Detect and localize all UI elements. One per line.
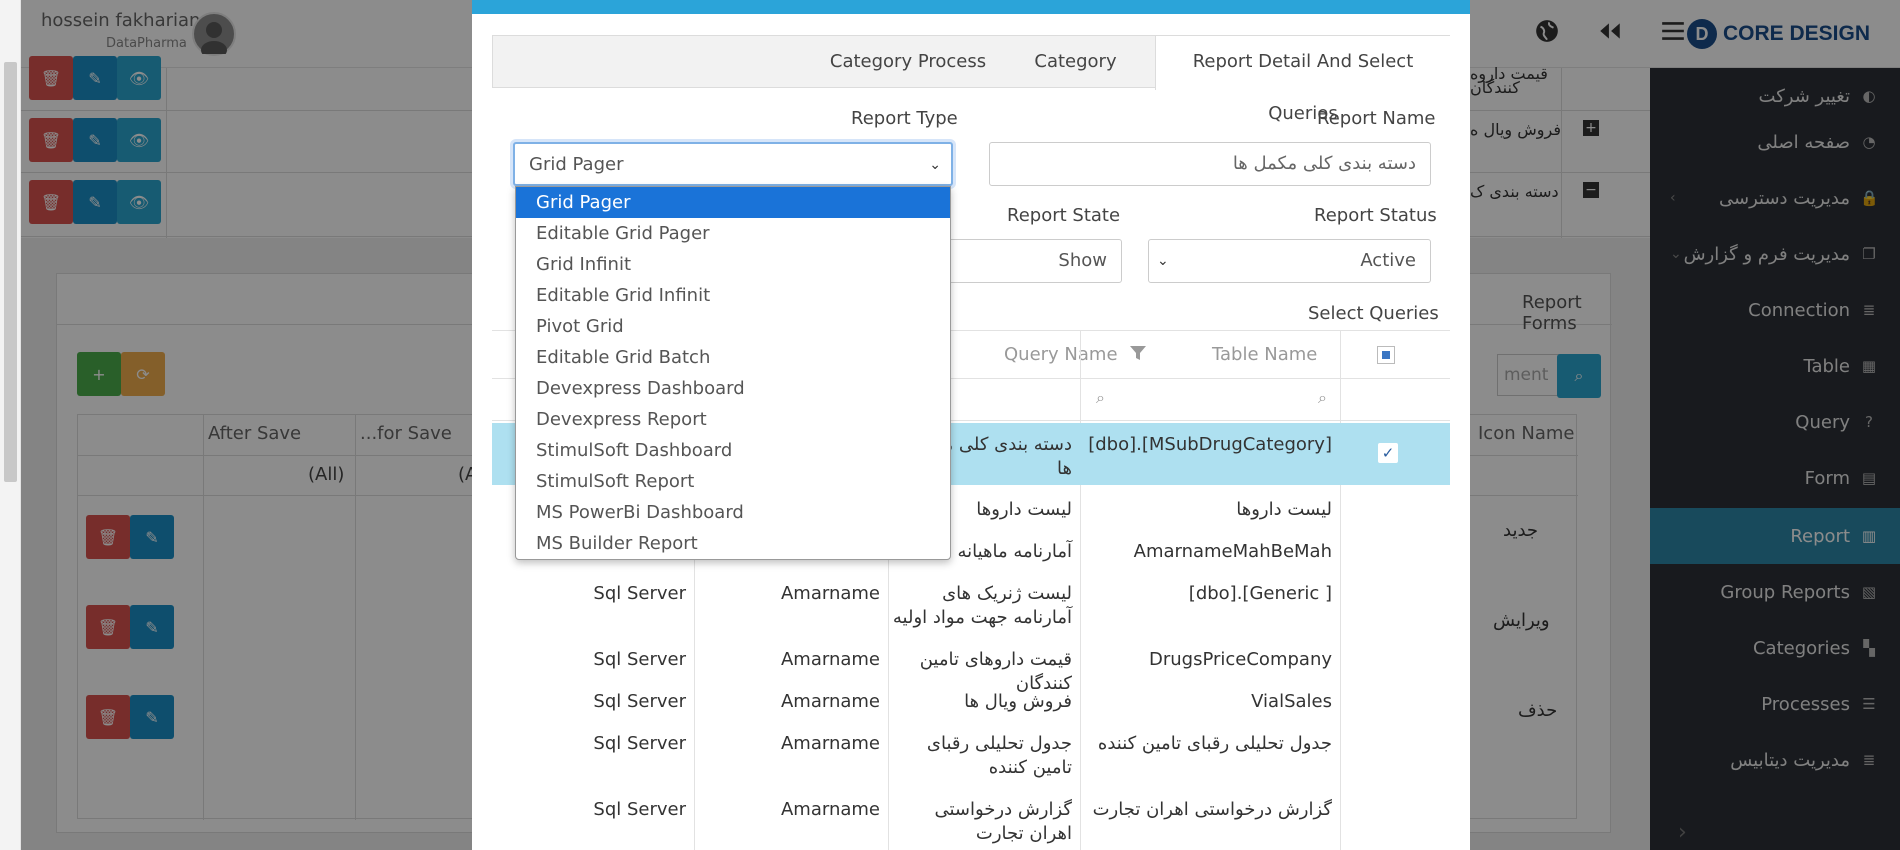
server-cell: Sql Server [593,583,686,604]
connection-cell: Amarname [780,799,880,820]
table-name-cell: DrugsPriceCompany [1148,649,1332,670]
connection-cell: Amarname [780,733,880,754]
table-row[interactable]: DrugsPriceCompany قیمت داروهای تامین کنند… [492,640,1450,694]
dropdown-option[interactable]: Grid Pager [516,187,950,218]
dropdown-option[interactable]: MS PowerBi Dashboard [516,497,950,528]
connection-cell: Amarname [780,649,880,670]
table-name-cell: [dbo].[MSubDrugCategory] [1088,434,1332,455]
connection-cell: Amarname [780,691,880,712]
connection-cell: Amarname [780,583,880,604]
table-name-cell: جدول تحلیلی رقبای تامین کننده [1097,733,1332,754]
tab-category-process[interactable]: Category Process [803,36,1013,89]
report-name-input[interactable]: دسته بندی کلی مکمل ها [989,142,1431,186]
dropdown-option[interactable]: MS Builder Report [516,528,950,559]
search-icon[interactable]: ⌕ [1096,388,1105,408]
select-queries-label: Select Queries [1308,303,1439,324]
table-name-cell: گزارش درخواستی اهران تجارت [1092,799,1332,820]
server-cell: Sql Server [593,649,686,670]
table-name-cell: AmarnameMahBeMah [1133,541,1332,562]
dropdown-option[interactable]: Pivot Grid [516,311,950,342]
table-row[interactable]: گزارش درخواستی اهران تجارت گزارش درخواستی… [492,790,1450,850]
report-name-label: Report Name [1317,108,1436,129]
query-name-cell: جدول تحلیلی رقبای تامین کننده [926,733,1072,778]
query-name-header[interactable]: Query Name [1004,344,1118,365]
query-name-cell: فروش ویال ها [964,691,1072,712]
dropdown-option[interactable]: Editable Grid Pager [516,218,950,249]
server-cell: Sql Server [593,691,686,712]
report-status-value: Active [1360,250,1416,271]
table-name-cell: لیست داروها [1236,499,1332,520]
chevron-down-icon: ⌄ [1157,253,1169,269]
chevron-down-icon: ⌄ [929,157,941,173]
filter-icon[interactable] [1129,344,1147,362]
report-state-label: Report State [1007,205,1121,226]
table-row[interactable]: جدول تحلیلی رقبای تامین کننده جدول تحلیلی… [492,724,1450,790]
table-name-header[interactable]: Table Name [1212,344,1317,365]
page-scrollbar[interactable] [0,0,21,850]
report-status-select[interactable]: ⌄ Active [1148,239,1431,283]
query-name-cell: گزارش درخواستی اهران تجارت [934,799,1072,844]
server-cell: Sql Server [593,733,686,754]
tab-category[interactable]: Category [1013,36,1138,89]
report-type-label: Report Type [851,108,958,129]
report-state-select[interactable]: Show [932,239,1122,283]
query-name-cell: لیست ژنریک های آمارنامه جهت مواد اولیه [892,583,1072,628]
dropdown-option[interactable]: Editable Grid Infinit [516,280,950,311]
report-type-dropdown: Grid Pager Editable Grid Pager Grid Infini… [515,186,951,560]
modal-header-bar [472,0,1470,14]
modal-tabs: Category Process Category Report Detail … [492,35,1450,124]
search-icon[interactable]: ⌕ [1318,388,1327,408]
table-row[interactable]: VialSales فروش ویال ها Amarname Sql Server [492,682,1450,724]
scrollbar-thumb[interactable] [4,62,17,482]
report-type-select[interactable]: Grid Pager ⌄ [513,142,953,186]
dropdown-option[interactable]: Editable Grid Batch [516,342,950,373]
tab-report-detail[interactable]: Report Detail And Select Queries [1155,36,1450,124]
dropdown-option[interactable]: Devexpress Dashboard [516,373,950,404]
row-checkbox[interactable]: ✓ [1378,443,1398,463]
dropdown-option[interactable]: StimulSoft Report [516,466,950,497]
report-type-value: Grid Pager [529,154,624,175]
select-all-checkbox[interactable] [1377,346,1395,364]
dropdown-option[interactable]: StimulSoft Dashboard [516,435,950,466]
dropdown-option[interactable]: Grid Infinit [516,249,950,280]
server-cell: Sql Server [593,799,686,820]
dropdown-option[interactable]: Devexpress Report [516,404,950,435]
report-status-label: Report Status [1314,205,1437,226]
table-row[interactable]: [dbo].[Generic ] لیست ژنریک های آمارنامه … [492,574,1450,640]
table-name-cell: [dbo].[Generic ] [1188,583,1332,604]
table-name-cell: VialSales [1251,691,1332,712]
